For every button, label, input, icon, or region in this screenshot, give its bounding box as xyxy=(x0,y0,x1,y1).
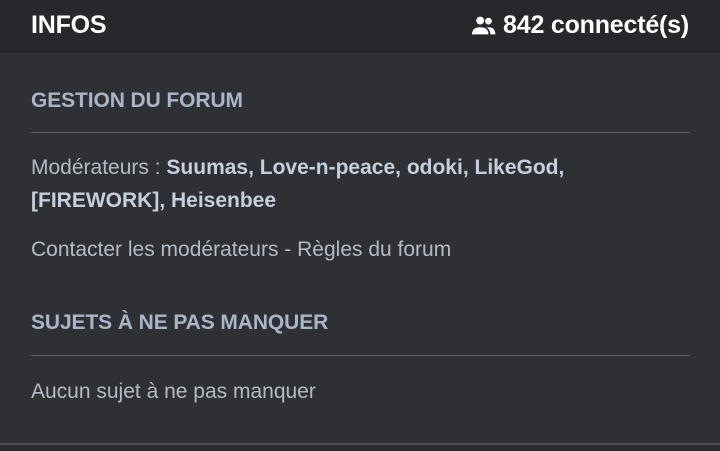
contact-line: Contacter les modérateurs - Règles du fo… xyxy=(31,233,690,266)
link-separator: - xyxy=(278,238,298,261)
moderator-link[interactable]: odoki xyxy=(407,156,463,179)
moderator-link[interactable]: Heisenbee xyxy=(171,189,276,212)
moderator-link[interactable]: [FIREWORK] xyxy=(31,189,159,212)
featured-topics-title: SUJETS À NE PAS MANQUER xyxy=(31,311,329,334)
divider xyxy=(31,132,690,133)
divider xyxy=(31,355,690,356)
forum-rules-link[interactable]: Règles du forum xyxy=(297,238,451,261)
online-users[interactable]: 842 connecté(s) xyxy=(470,8,689,42)
contact-moderators-link[interactable]: Contacter les modérateurs xyxy=(31,238,278,261)
users-icon xyxy=(471,16,496,35)
forum-management-title: GESTION DU FORUM xyxy=(31,89,243,112)
bottom-border xyxy=(0,443,720,451)
moderators-line: Modérateurs : Suumas, Love-n-peace, odok… xyxy=(31,156,565,212)
moderator-link[interactable]: Love-n-peace xyxy=(260,156,395,179)
online-count: 842 connecté(s) xyxy=(503,10,689,39)
featured-topics-empty: Aucun sujet à ne pas manquer xyxy=(31,380,316,403)
moderators-label: Modérateurs : xyxy=(31,156,167,179)
moderator-link[interactable]: Suumas xyxy=(166,156,248,179)
infos-header: INFOS 842 connecté(s) xyxy=(0,0,720,53)
infos-title: INFOS xyxy=(31,11,107,39)
moderator-link[interactable]: LikeGod xyxy=(475,156,559,179)
